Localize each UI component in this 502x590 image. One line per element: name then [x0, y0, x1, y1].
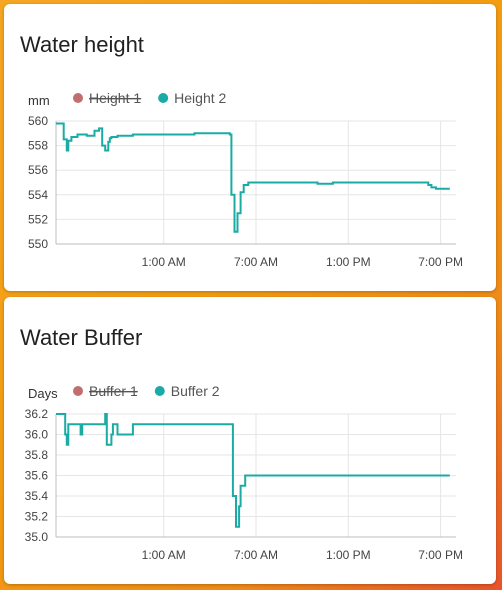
x-tick-label: 7:00 PM [418, 255, 463, 269]
x-tick-label: 7:00 AM [234, 255, 278, 269]
legend-entry-label[interactable]: Height 2 [174, 90, 226, 106]
legend-entry-label[interactable]: Height 1 [89, 90, 141, 106]
x-tick-label: 1:00 AM [142, 548, 186, 562]
y-tick-label: 558 [28, 139, 48, 153]
y-tick-label: 35.4 [25, 489, 49, 503]
x-tick-label: 7:00 PM [418, 548, 463, 562]
x-tick-label: 1:00 PM [326, 548, 371, 562]
y-tick-label: 36.0 [25, 428, 49, 442]
y-tick-label: 552 [28, 212, 48, 226]
legend-marker[interactable] [73, 386, 83, 396]
y-tick-label: 560 [28, 114, 48, 128]
y-axis-label: Days [28, 386, 58, 401]
water-height-card: Water height 560 558 556 554 552 550 1:00 AM 7:… [4, 4, 496, 291]
y-tick-label: 556 [28, 163, 48, 177]
y-tick-label: 550 [28, 237, 48, 251]
x-tick-label: 1:00 PM [326, 255, 371, 269]
water-buffer-chart: 36.2 36.0 35.8 35.6 35.4 35.2 35.0 1:00 AM 7:00 … [25, 383, 463, 562]
legend-marker[interactable] [154, 386, 165, 396]
legend-marker[interactable] [158, 93, 169, 103]
legend-entry-label[interactable]: Buffer 1 [89, 383, 138, 399]
y-tick-label: 554 [28, 188, 48, 202]
y-axis-label: mm [28, 93, 50, 108]
x-tick-label: 7:00 AM [234, 548, 278, 562]
legend-entry-label[interactable]: Buffer 2 [171, 383, 220, 399]
y-tick-label: 35.0 [25, 530, 49, 544]
y-tick-label: 35.2 [25, 510, 49, 524]
y-tick-label: 35.8 [25, 448, 49, 462]
y-tick-label: 35.6 [25, 469, 49, 483]
water-height-chart: 560 558 556 554 552 550 1:00 AM 7:00 AM 1:00 PM 7… [28, 90, 463, 269]
water-buffer-card: Water Buffer 36.2 36.0 35.8 35.6 35.4 35.2 35.… [4, 297, 496, 584]
y-tick-label: 36.2 [25, 407, 49, 421]
legend-marker[interactable] [73, 93, 83, 103]
x-tick-label: 1:00 AM [142, 255, 186, 269]
series-line [56, 122, 450, 233]
series-line [56, 413, 450, 528]
